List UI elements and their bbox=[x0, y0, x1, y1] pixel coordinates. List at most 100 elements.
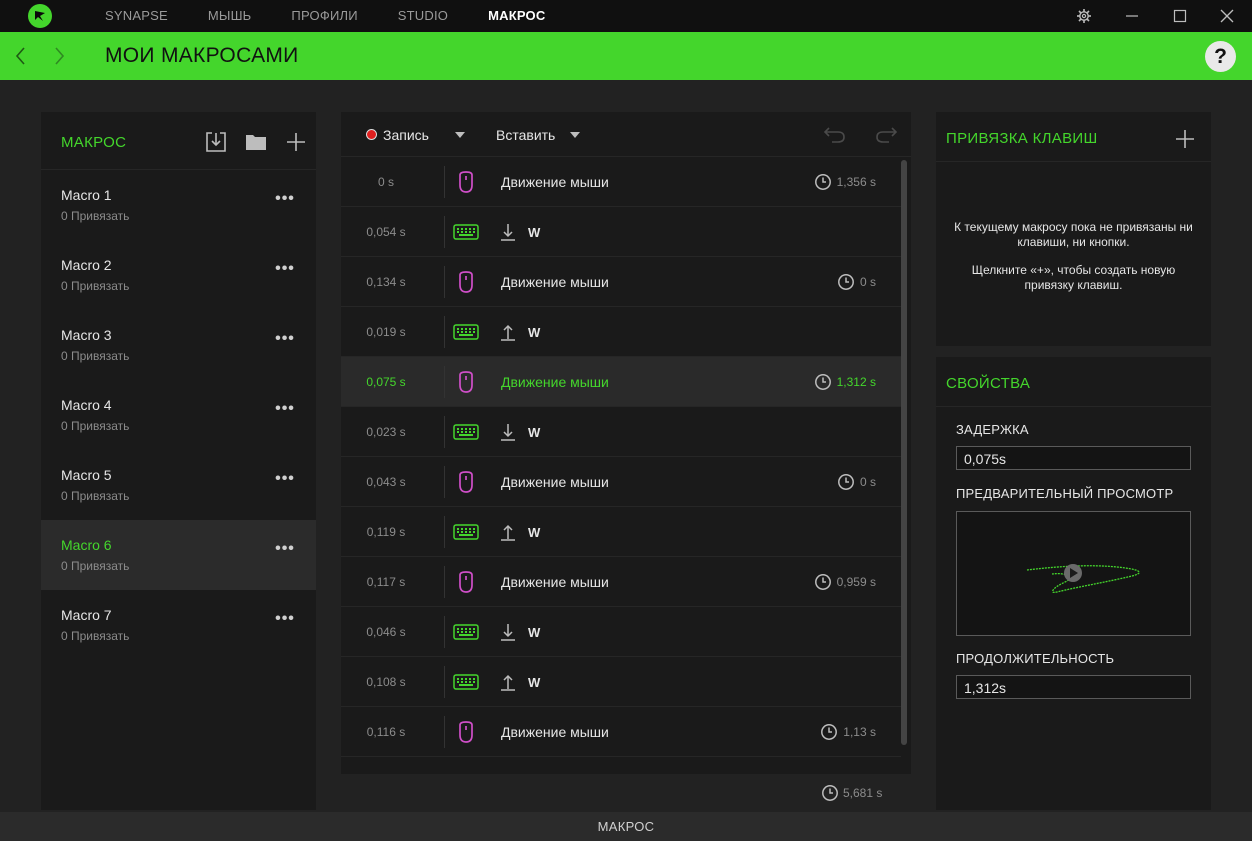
keyboard-icon bbox=[453, 320, 479, 344]
razer-synapse-window: SYNAPSE МЫШЬ ПРОФИЛИ STUDIO МАКРОС МОИ М… bbox=[0, 0, 1252, 841]
undo-icon[interactable] bbox=[822, 122, 848, 146]
record-dropdown-chevron-icon[interactable] bbox=[455, 132, 465, 138]
help-icon[interactable]: ? bbox=[1205, 41, 1236, 72]
nav-tab-studio[interactable]: STUDIO bbox=[378, 0, 468, 32]
macro-list-item-selected[interactable]: Macro 6 0 Привязать ••• bbox=[41, 520, 316, 590]
row-divider bbox=[444, 416, 445, 448]
key-up-arrow-icon bbox=[499, 322, 517, 342]
macro-event-list: 0 s Движение мыши 1,356 s 0,054 s W 0,134 s Дв… bbox=[341, 157, 901, 774]
macro-list-item[interactable]: Macro 2 0 Привязать ••• bbox=[41, 240, 316, 310]
duration-input[interactable]: 1,312s bbox=[956, 675, 1191, 699]
macro-name: Macro 3 bbox=[61, 327, 112, 343]
preview-label: ПРЕДВАРИТЕЛЬНЫЙ ПРОСМОТР bbox=[956, 486, 1174, 501]
row-divider bbox=[444, 716, 445, 748]
key-event-row[interactable]: 0,023 s W bbox=[341, 407, 901, 457]
key-name: W bbox=[528, 625, 541, 640]
forward-arrow-icon[interactable] bbox=[47, 44, 71, 68]
event-label: Движение мыши bbox=[501, 274, 609, 290]
partial-event-row[interactable] bbox=[341, 757, 901, 774]
nav-tab-mouse[interactable]: МЫШЬ bbox=[188, 0, 272, 32]
mouse-movement-event-row[interactable]: 0,117 s Движение мыши 0,959 s bbox=[341, 557, 901, 607]
key-event-row[interactable]: 0,046 s W bbox=[341, 607, 901, 657]
import-icon[interactable] bbox=[204, 130, 228, 154]
event-duration: 0 s bbox=[859, 275, 876, 289]
mouse-movement-event-row[interactable]: 0,075 s Движение мыши 1,312 s bbox=[341, 357, 901, 407]
row-divider bbox=[444, 316, 445, 348]
close-icon[interactable] bbox=[1204, 0, 1250, 32]
key-down-arrow-icon bbox=[499, 422, 517, 442]
insert-dropdown-chevron-icon[interactable] bbox=[570, 132, 580, 138]
delay-input[interactable]: 0,075s bbox=[956, 446, 1191, 470]
folder-icon[interactable] bbox=[244, 130, 268, 154]
title-bar: SYNAPSE МЫШЬ ПРОФИЛИ STUDIO МАКРОС bbox=[0, 0, 1252, 32]
nav-tab-synapse[interactable]: SYNAPSE bbox=[85, 0, 188, 32]
more-options-icon[interactable]: ••• bbox=[274, 541, 296, 560]
key-event-row[interactable]: 0,054 s W bbox=[341, 207, 901, 257]
event-duration: 1,312 s bbox=[836, 375, 876, 389]
clock-icon bbox=[814, 173, 832, 191]
redo-icon[interactable] bbox=[873, 122, 899, 146]
key-event-row[interactable]: 0,108 s W bbox=[341, 657, 901, 707]
mouse-movement-event-row[interactable]: 0 s Движение мыши 1,356 s bbox=[341, 157, 901, 207]
insert-button[interactable]: Вставить bbox=[496, 127, 555, 143]
mouse-icon bbox=[453, 570, 479, 594]
macro-list-item[interactable]: Macro 4 0 Привязать ••• bbox=[41, 380, 316, 450]
macro-binding-count: 0 Привязать bbox=[61, 489, 130, 503]
back-arrow-icon[interactable] bbox=[9, 44, 33, 68]
maximize-icon[interactable] bbox=[1157, 0, 1203, 32]
keyboard-icon bbox=[453, 520, 479, 544]
key-event-row[interactable]: 0,119 s W bbox=[341, 507, 901, 557]
add-binding-plus-icon[interactable] bbox=[1174, 128, 1196, 150]
event-delay: 0,054 s bbox=[366, 225, 406, 239]
macro-list-item[interactable]: Macro 7 0 Привязать ••• bbox=[41, 590, 316, 660]
key-bindings-panel: ПРИВЯЗКА КЛАВИШ К текущему макросу пока … bbox=[936, 112, 1211, 346]
more-options-icon[interactable]: ••• bbox=[274, 471, 296, 490]
page-title: МОИ МАКРОСАМИ bbox=[105, 44, 299, 67]
event-delay: 0,117 s bbox=[366, 575, 406, 589]
total-duration: 5,681 s bbox=[843, 786, 883, 800]
nav-tab-profiles[interactable]: ПРОФИЛИ bbox=[271, 0, 377, 32]
event-duration: 1,13 s bbox=[843, 725, 876, 739]
settings-gear-icon[interactable] bbox=[1061, 0, 1107, 32]
macro-list-item[interactable]: Macro 5 0 Привязать ••• bbox=[41, 450, 316, 520]
more-options-icon[interactable]: ••• bbox=[274, 191, 296, 210]
key-event-row[interactable]: 0,019 s W bbox=[341, 307, 901, 357]
more-options-icon[interactable]: ••• bbox=[274, 261, 296, 280]
macro-name: Macro 2 bbox=[61, 257, 112, 273]
keyboard-icon bbox=[453, 420, 479, 444]
key-name: W bbox=[528, 525, 541, 540]
minimize-icon[interactable] bbox=[1109, 0, 1155, 32]
nav-tab-macro[interactable]: МАКРОС bbox=[468, 0, 565, 32]
more-options-icon[interactable]: ••• bbox=[274, 401, 296, 420]
macro-list-item[interactable]: Macro 3 0 Привязать ••• bbox=[41, 310, 316, 380]
mouse-movement-event-row[interactable]: 0,043 s Движение мыши 0 s bbox=[341, 457, 901, 507]
more-options-icon[interactable]: ••• bbox=[274, 331, 296, 350]
more-options-icon[interactable]: ••• bbox=[274, 611, 296, 630]
mouse-path-preview[interactable] bbox=[956, 511, 1191, 636]
event-duration: 1,356 s bbox=[836, 175, 876, 189]
macro-name: Macro 1 bbox=[61, 187, 112, 203]
event-list-scrollbar-thumb[interactable] bbox=[901, 160, 907, 745]
event-label: Движение мыши bbox=[501, 374, 609, 390]
record-dot-icon[interactable] bbox=[366, 129, 377, 140]
record-button[interactable]: Запись bbox=[383, 127, 429, 143]
mouse-movement-event-row[interactable]: 0,134 s Движение мыши 0 s bbox=[341, 257, 901, 307]
editor-footer: 5,681 s bbox=[341, 774, 911, 810]
mouse-movement-event-row[interactable]: 0,116 s Движение мыши 1,13 s bbox=[341, 707, 901, 757]
add-macro-plus-icon[interactable] bbox=[284, 130, 308, 154]
properties-panel: СВОЙСТВА ЗАДЕРЖКА 0,075s ПРЕДВАРИТЕЛЬНЫЙ… bbox=[936, 357, 1211, 810]
event-delay: 0,134 s bbox=[366, 275, 406, 289]
event-delay: 0,023 s bbox=[366, 425, 406, 439]
key-bindings-title: ПРИВЯЗКА КЛАВИШ bbox=[946, 130, 1098, 147]
macro-binding-count: 0 Привязать bbox=[61, 559, 130, 573]
mouse-path-preview-drawing bbox=[1026, 564, 1140, 594]
clock-icon bbox=[814, 573, 832, 591]
macro-list-item[interactable]: Macro 1 0 Привязать ••• bbox=[41, 170, 316, 240]
total-clock-icon bbox=[822, 785, 838, 801]
mouse-icon bbox=[453, 270, 479, 294]
key-name: W bbox=[528, 675, 541, 690]
event-delay: 0 s bbox=[377, 175, 394, 189]
macro-name: Macro 4 bbox=[61, 397, 112, 413]
page-header: МОИ МАКРОСАМИ ? bbox=[0, 32, 1252, 80]
razer-logo-icon[interactable] bbox=[28, 4, 52, 28]
